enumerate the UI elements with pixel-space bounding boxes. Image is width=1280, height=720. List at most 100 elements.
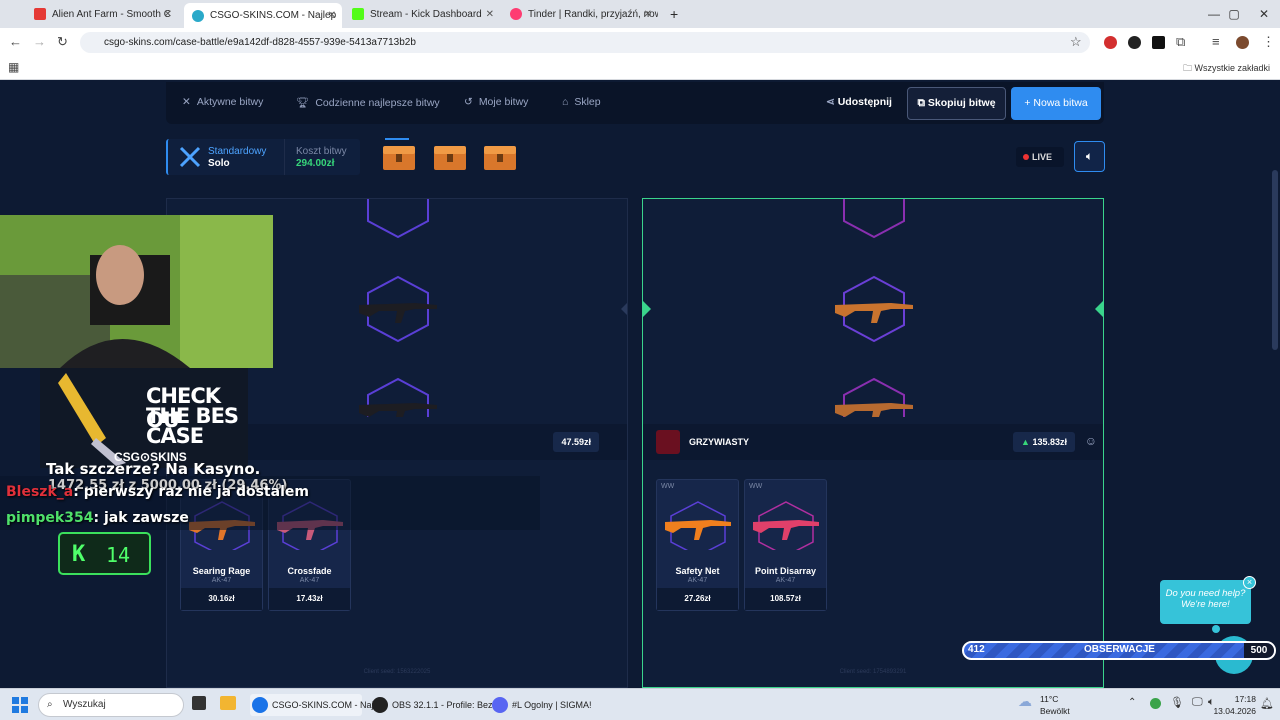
won-item-card[interactable]: WW Safety Net AK-47 27.26zł [656, 479, 739, 611]
tab-title: Tinder | Randki, przyjaźń, nowe [528, 8, 658, 20]
clock[interactable]: 17:18 13.04.2026 [1213, 693, 1256, 717]
copy-battle-label: Skopiuj bitwę [927, 97, 996, 109]
tab-csgo-skins[interactable]: CSGO-SKINS.COM - Najlep ✕ [184, 3, 342, 28]
webcam-overlay [0, 215, 273, 368]
taskbar-search[interactable]: ⌕ Wyszukaj [38, 693, 184, 717]
new-battle-label: Nowa bitwa [1033, 97, 1088, 109]
close-tab-icon[interactable]: ✕ [164, 9, 172, 20]
windows-taskbar: ⌕ Wyszukaj CSGO-SKINS.COM - Naj OBS 32.1.… [0, 688, 1280, 720]
new-tab-button[interactable]: + [662, 3, 682, 25]
scrollbar[interactable] [1272, 170, 1278, 350]
tab-title: CSGO-SKINS.COM - Najlep [210, 10, 337, 21]
item-name: Safety Net [675, 566, 720, 576]
copy-battle-button[interactable]: ⧉ Skopiuj bitwę [907, 87, 1006, 120]
help-bubble[interactable]: Do you need help? We're here! [1160, 580, 1251, 624]
nav-my-battles[interactable]: ↺ Moje bitwy [464, 96, 528, 108]
windows-start-icon[interactable] [12, 697, 28, 713]
promo-line: CASE [146, 424, 204, 448]
nav-active-battles[interactable]: ✕ Aktywne bitwy [182, 96, 263, 108]
close-window-icon[interactable]: ✕ [1244, 0, 1280, 28]
player-name: GRZYWIASTY [689, 437, 749, 447]
chat-line: Tak szczerze? Na Kasyno. [46, 460, 260, 478]
taskbar-app-chrome[interactable]: CSGO-SKINS.COM - Naj [250, 694, 374, 716]
notifications-icon[interactable]: 🔔︎ [1260, 697, 1274, 710]
bookmark-star-icon[interactable]: ☆ [1070, 34, 1082, 50]
extensions-puzzle-icon[interactable]: ⧉ [1176, 34, 1185, 50]
tab-tinder[interactable]: Tinder | Randki, przyjaźń, nowe ✕ [502, 3, 658, 25]
browser-tab-strip: Alien Ant Farm - Smooth C ✕ CSGO-SKINS.C… [0, 0, 1280, 28]
reload-icon[interactable]: ↻ [57, 34, 68, 50]
close-tab-icon[interactable]: ✕ [644, 9, 652, 20]
divider [284, 139, 285, 175]
url-input[interactable]: csgo-skins.com/case-battle/e9a142df-d828… [80, 32, 1090, 53]
case-icon[interactable] [381, 142, 417, 172]
item-name: Searing Rage [192, 566, 251, 576]
close-tab-icon[interactable]: ✕ [328, 10, 336, 21]
chrome-icon [252, 697, 268, 713]
network-icon[interactable]: 🖵︎ [1192, 696, 1203, 709]
time: 17:18 [1234, 694, 1256, 704]
extension-icon[interactable] [1104, 36, 1117, 49]
tab-alien-ant-farm[interactable]: Alien Ant Farm - Smooth C ✕ [26, 3, 178, 25]
close-help-icon[interactable]: × [1243, 576, 1256, 589]
close-tab-icon[interactable]: ✕ [486, 9, 494, 20]
tray-app-icon[interactable] [1150, 698, 1161, 709]
live-badge: LIVE [1016, 147, 1064, 167]
sound-toggle-button[interactable]: 🔈︎ [1074, 141, 1105, 172]
ak47-icon [835, 403, 913, 417]
chat-username: Bleszk_a [6, 484, 74, 500]
tab-title: Alien Ant Farm - Smooth C [52, 8, 171, 20]
chat-username: pimpek354 [6, 510, 94, 526]
item-name: Point Disarray [754, 566, 817, 576]
basket-icon: ⌂ [562, 96, 569, 108]
hexagon-frame [843, 199, 905, 239]
item-price: 108.57zł [745, 588, 826, 610]
taskbar-app-obs[interactable]: OBS 32.1.1 - Profile: Bez [370, 694, 493, 716]
emoji-icon[interactable]: ☺ [1085, 434, 1097, 448]
file-explorer-icon[interactable] [220, 696, 236, 710]
all-bookmarks-link[interactable]: 🗀 Wszystkie zakładki [1183, 61, 1270, 77]
extension-icon[interactable] [1128, 36, 1141, 49]
ak47-safety-net-icon [665, 501, 731, 550]
kick-logo-icon: K [72, 542, 86, 567]
item-spinner [643, 199, 1103, 417]
extension-icon[interactable] [1152, 36, 1165, 49]
share-label: Udostępnij [837, 96, 892, 108]
crossed-swords-icon [179, 146, 201, 168]
task-view-icon[interactable] [192, 696, 206, 710]
chat-text: : pierwszy raz nie ja dostalem [73, 484, 309, 500]
goal-target: 500 [1244, 643, 1274, 658]
nav-shop[interactable]: ⌂ Sklep [562, 96, 601, 108]
menu-kebab-icon[interactable]: ⋮ [1262, 34, 1275, 50]
item-price: 27.26zł [657, 588, 738, 610]
microphone-icon[interactable]: 🎙︎ [1170, 696, 1184, 709]
profile-avatar[interactable] [1236, 36, 1249, 49]
client-seed: Client seed: 1563222025 [363, 669, 431, 675]
help-dot [1212, 625, 1220, 633]
item-name: Crossfade [287, 566, 332, 576]
chevron-up-icon[interactable]: ⌃ [1128, 697, 1136, 708]
goal-current: 412 [968, 644, 985, 655]
reading-list-icon[interactable]: ≡ [1212, 34, 1220, 49]
new-battle-button[interactable]: + Nowa bitwa [1011, 87, 1101, 120]
discord-icon [492, 697, 508, 713]
case-icon[interactable] [432, 142, 468, 172]
forward-icon[interactable]: → [33, 34, 46, 49]
bookmarks-bar: ▦ 🗀 Wszystkie zakładki [0, 56, 1280, 80]
battle-info: Standardowy Solo Koszt bitwy 294.00zł [166, 139, 360, 175]
tab-kick-dashboard[interactable]: Stream - Kick Dashboard ✕ [344, 3, 500, 25]
nav-daily-best[interactable]: 🏆︎ Codzienne najlepsze bitwy [296, 96, 440, 110]
won-item-card[interactable]: WW Point Disarray AK-47 108.57zł [744, 479, 827, 611]
case-icon[interactable] [482, 142, 518, 172]
taskbar-app-discord[interactable]: #L Ogolny | SIGMA! [490, 694, 592, 716]
share-button[interactable]: ⋖ Udostępnij [826, 96, 892, 108]
taskbar-app-label: OBS 32.1.1 - Profile: Bez [392, 700, 493, 710]
weather-widget[interactable]: ☁ 11°C Bewölkt [1018, 693, 1070, 717]
temperature: 11°C [1040, 694, 1059, 704]
back-icon[interactable]: ← [9, 34, 22, 49]
share-icon: ⋖ [826, 96, 838, 108]
item-type: AK-47 [211, 577, 232, 584]
apps-grid-icon[interactable]: ▦ [8, 60, 19, 74]
ak47-icon [359, 303, 437, 323]
item-type: AK-47 [299, 577, 320, 584]
